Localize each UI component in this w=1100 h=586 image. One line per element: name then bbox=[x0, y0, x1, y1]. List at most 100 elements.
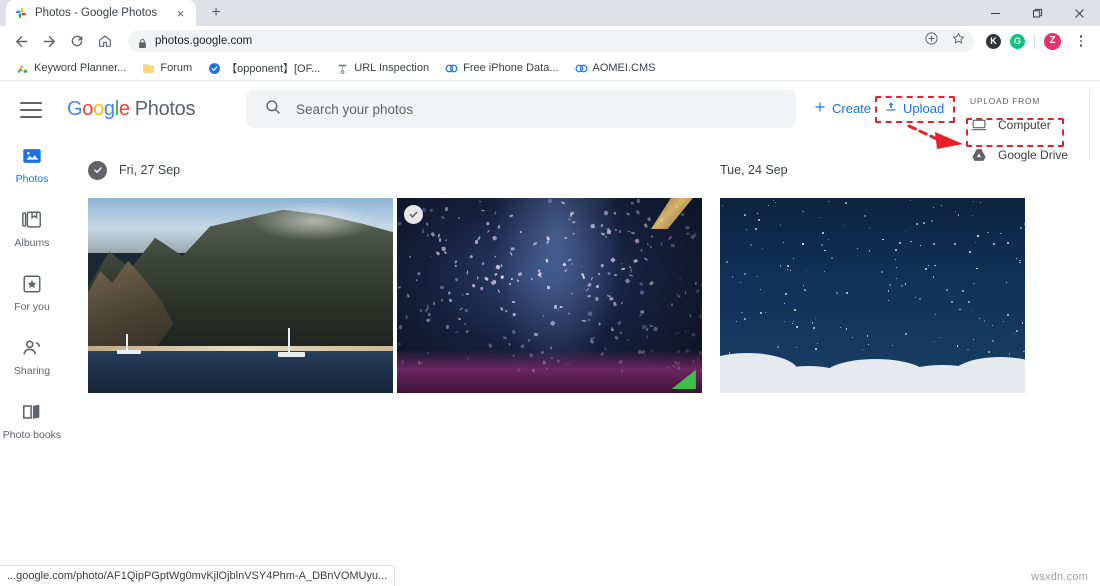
bookmark-label: 【opponent】[OF... bbox=[226, 63, 321, 75]
star-icon[interactable] bbox=[951, 31, 966, 51]
upload-button[interactable]: Upload bbox=[884, 100, 944, 117]
logo-letter: o bbox=[93, 98, 104, 120]
extension-icon-g[interactable]: G bbox=[1010, 33, 1025, 49]
sharing-icon bbox=[21, 337, 43, 359]
extension-icons: K G Z bbox=[982, 28, 1092, 54]
reload-icon[interactable] bbox=[64, 28, 90, 54]
upload-from-heading: UPLOAD FROM bbox=[970, 96, 1041, 106]
logo-letter: e bbox=[118, 98, 130, 120]
share-circle-icon[interactable] bbox=[924, 31, 939, 51]
address-bar-url: photos.google.com bbox=[155, 35, 253, 47]
thumbnail-row bbox=[88, 198, 702, 393]
photo-thumbnail-coastal-cliffs[interactable] bbox=[88, 198, 393, 393]
day-header: Fri, 27 Sep bbox=[88, 158, 702, 182]
photo-thumbnail-concert-confetti[interactable] bbox=[397, 198, 702, 393]
day-group: Tue, 24 Sep bbox=[720, 158, 1025, 393]
bookmark-label: Free iPhone Data... bbox=[463, 62, 559, 74]
blue-check-icon bbox=[208, 62, 221, 75]
sidebar-item-albums[interactable]: Albums bbox=[0, 209, 64, 249]
create-label: Create bbox=[832, 101, 872, 116]
sidebar-item-photos[interactable]: Photos bbox=[0, 145, 64, 185]
lock-icon bbox=[138, 36, 147, 48]
double-o-icon bbox=[574, 62, 588, 75]
extension-letter: G bbox=[1013, 35, 1021, 46]
browser-window: Photos - Google Photos × + photos.google… bbox=[0, 0, 1100, 586]
sidebar-item-label: Albums bbox=[14, 237, 50, 249]
status-bar: ...google.com/photo/AF1QipPGptWg0mvKjlOj… bbox=[0, 565, 396, 586]
sidebar-item-label: Sharing bbox=[13, 365, 51, 377]
avatar[interactable]: Z bbox=[1044, 32, 1061, 50]
avatar-letter: Z bbox=[1049, 35, 1056, 46]
google-ads-icon bbox=[16, 62, 29, 75]
sidebar-item-label: Photos bbox=[15, 173, 49, 185]
tab-strip: Photos - Google Photos × + bbox=[0, 0, 1100, 26]
bookmark-free-iphone-data[interactable]: Free iPhone Data... bbox=[437, 57, 566, 79]
bookmarks-bar: Keyword Planner... Forum 【opponent】[OF..… bbox=[0, 56, 1100, 81]
maximize-icon[interactable] bbox=[1016, 0, 1058, 26]
check-circle-icon[interactable] bbox=[88, 160, 107, 180]
minimize-icon[interactable] bbox=[974, 0, 1016, 26]
logo-letter: G bbox=[67, 98, 83, 120]
upload-menu-item-computer[interactable]: Computer bbox=[960, 110, 1088, 140]
albums-icon bbox=[21, 209, 43, 231]
sidebar-item-label: Photo books bbox=[2, 429, 62, 441]
menu-divider bbox=[1089, 90, 1090, 160]
bookmark-url-inspection[interactable]: URL Inspection bbox=[328, 57, 437, 79]
computer-monitor-icon bbox=[971, 117, 987, 133]
window-close-icon[interactable] bbox=[1058, 0, 1100, 26]
plus-icon bbox=[813, 100, 827, 117]
three-dot-menu-icon[interactable] bbox=[1070, 28, 1092, 54]
back-arrow-icon[interactable] bbox=[8, 28, 34, 54]
extension-letter: K bbox=[990, 35, 997, 46]
bookmark-label: AOMEI.CMS bbox=[592, 62, 656, 74]
close-icon[interactable]: × bbox=[173, 6, 188, 21]
sidebar-item-sharing[interactable]: Sharing bbox=[0, 337, 64, 377]
bookmark-forum[interactable]: Forum bbox=[134, 57, 200, 79]
photo-books-icon bbox=[21, 401, 43, 423]
watermark: wsxdn.com bbox=[1031, 571, 1088, 583]
bookmark-aomei-cms[interactable]: AOMEI.CMS bbox=[567, 57, 664, 79]
day-header: Tue, 24 Sep bbox=[720, 158, 1025, 182]
toolbar-divider bbox=[1034, 33, 1035, 49]
new-tab-button[interactable]: + bbox=[204, 1, 228, 25]
double-o-icon bbox=[445, 62, 458, 75]
address-bar[interactable]: photos.google.com bbox=[128, 30, 974, 52]
tab-title: Photos - Google Photos bbox=[35, 7, 158, 19]
folder-icon bbox=[142, 62, 155, 75]
thumbnail-row bbox=[720, 198, 1025, 393]
photo-thumbnail-starry-sky[interactable] bbox=[720, 198, 1025, 393]
search-input[interactable]: Search your photos bbox=[246, 90, 796, 128]
logo-product-name: Photos bbox=[134, 98, 196, 120]
google-photos-pinwheel-icon bbox=[14, 6, 28, 20]
photos-icon bbox=[21, 145, 43, 167]
bookmark-label: Forum bbox=[160, 62, 193, 74]
search-placeholder: Search your photos bbox=[296, 101, 414, 117]
logo-letter: o bbox=[82, 98, 94, 120]
hamburger-menu-icon[interactable] bbox=[20, 101, 42, 118]
create-button[interactable]: Create bbox=[813, 100, 871, 117]
sidebar-item-label: For you bbox=[14, 301, 50, 313]
day-date-label: Tue, 24 Sep bbox=[720, 163, 788, 177]
window-controls bbox=[974, 0, 1100, 26]
extension-icon-k[interactable]: K bbox=[986, 33, 1001, 49]
for-you-icon bbox=[21, 273, 43, 295]
home-icon[interactable] bbox=[92, 28, 118, 54]
upload-label: Upload bbox=[903, 101, 945, 116]
status-link-url: ...google.com/photo/AF1QipPGptWg0mvKjlOj… bbox=[7, 570, 388, 582]
sidebar-item-photo-books[interactable]: Photo books bbox=[0, 401, 64, 441]
bookmark-label: Keyword Planner... bbox=[34, 62, 127, 74]
sidebar: Photos Albums For you Sharing Photo book… bbox=[0, 145, 64, 441]
upload-icon bbox=[884, 100, 898, 117]
bookmark-keyword-planner[interactable]: Keyword Planner... bbox=[8, 57, 134, 79]
search-icon bbox=[264, 98, 282, 121]
logo-letter: g bbox=[103, 98, 115, 120]
forward-arrow-icon[interactable] bbox=[36, 28, 62, 54]
sidebar-item-for-you[interactable]: For you bbox=[0, 273, 64, 313]
upload-menu-label: Computer bbox=[998, 118, 1051, 132]
bookmark-opponent[interactable]: 【opponent】[OF... bbox=[200, 57, 328, 79]
day-date-label: Fri, 27 Sep bbox=[119, 163, 181, 177]
browser-tab[interactable]: Photos - Google Photos × bbox=[6, 0, 196, 26]
bookmark-label: URL Inspection bbox=[354, 62, 430, 74]
search-console-icon bbox=[336, 62, 349, 75]
browser-toolbar: photos.google.com K G Z bbox=[0, 26, 1100, 56]
